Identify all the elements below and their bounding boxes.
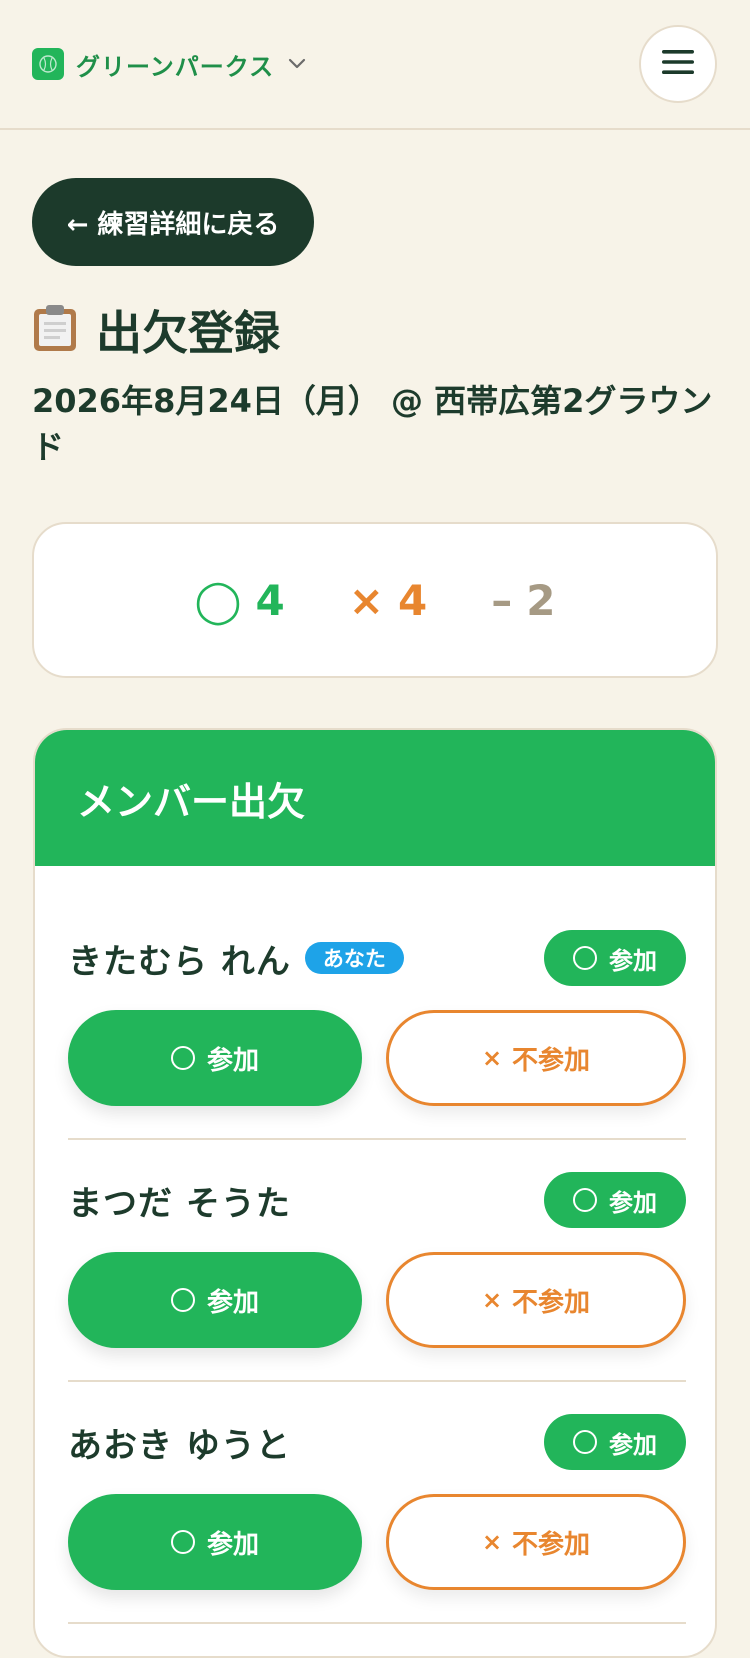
attend-button-label: 参加 xyxy=(206,1045,259,1076)
hamburger-menu-icon xyxy=(661,49,695,79)
attend-count: ◯ 4 xyxy=(195,576,285,625)
member-row: きたむら れん あなた 参加 参加 × 不参加 xyxy=(68,930,686,1172)
member-row: まつだ そうた 参加 参加 × 不参加 xyxy=(68,1172,686,1414)
absent-button-label: 不参加 xyxy=(512,1529,591,1560)
status-badge-label: 参加 xyxy=(609,1430,657,1459)
divider xyxy=(68,1380,686,1382)
baseball-icon xyxy=(32,48,64,80)
circle-icon xyxy=(573,1188,597,1212)
back-to-practice-detail-button[interactable]: ← 練習詳細に戻る xyxy=(32,178,314,266)
cross-icon: × xyxy=(481,1286,503,1314)
status-badge-label: 参加 xyxy=(609,946,657,975)
attendance-summary: ◯ 4 × 4 – 2 xyxy=(32,522,718,678)
absent-button-label: 不参加 xyxy=(512,1045,591,1076)
circle-icon xyxy=(170,1046,195,1070)
attend-button-label: 参加 xyxy=(206,1287,259,1318)
status-badge-label: 参加 xyxy=(609,1188,657,1217)
attend-button[interactable]: 参加 xyxy=(68,1010,362,1106)
attend-button[interactable]: 参加 xyxy=(68,1494,362,1590)
circle-icon xyxy=(170,1530,195,1554)
you-badge: あなた xyxy=(304,942,404,974)
member-name: あおき ゆうと xyxy=(68,1425,291,1466)
member-attendance-card: メンバー出欠 きたむら れん あなた 参加 参加 × 不参加 まつだ そうた 参… xyxy=(33,728,717,1658)
attend-count-value: 4 xyxy=(255,575,285,625)
undecided-dash-icon: – xyxy=(491,575,513,625)
absent-cross-icon: × xyxy=(348,575,384,625)
status-badge: 参加 xyxy=(544,1414,686,1470)
absent-count-value: 4 xyxy=(397,575,428,625)
status-badge: 参加 xyxy=(544,1172,686,1228)
attend-button[interactable]: 参加 xyxy=(68,1252,362,1348)
member-attendance-heading: メンバー出欠 xyxy=(35,730,715,866)
clipboard-icon xyxy=(32,303,78,357)
attend-button-label: 参加 xyxy=(206,1529,259,1560)
cross-icon: × xyxy=(481,1044,503,1072)
practice-date-location: 2026年8月24日（月） @ 西帯広第2グラウンド xyxy=(32,382,713,466)
menu-button[interactable] xyxy=(639,25,717,103)
member-name: まつだ そうた xyxy=(68,1183,291,1224)
cross-icon: × xyxy=(481,1528,503,1556)
page-title-text: 出欠登録 xyxy=(96,306,280,360)
circle-icon xyxy=(573,1430,597,1454)
app-header: グリーンパークス xyxy=(0,0,750,130)
circle-icon xyxy=(170,1288,195,1312)
absent-button-label: 不参加 xyxy=(512,1287,591,1318)
team-name: グリーンパークス xyxy=(76,52,275,81)
circle-icon xyxy=(573,946,597,970)
member-name: きたむら れん xyxy=(68,941,291,982)
absent-button[interactable]: × 不参加 xyxy=(386,1494,686,1590)
team-switcher[interactable]: グリーンパークス xyxy=(32,48,306,81)
absent-count: × 4 xyxy=(349,576,427,625)
divider xyxy=(68,1138,686,1140)
status-badge: 参加 xyxy=(544,930,686,986)
absent-button[interactable]: × 不参加 xyxy=(386,1252,686,1348)
undecided-count: – 2 xyxy=(491,576,555,625)
page-title: 出欠登録 xyxy=(32,298,280,362)
undecided-count-value: 2 xyxy=(526,575,556,625)
member-row: あおき ゆうと 参加 参加 × 不参加 xyxy=(68,1414,686,1656)
attend-circle-icon: ◯ xyxy=(194,575,242,625)
chevron-down-icon xyxy=(288,55,306,74)
absent-button[interactable]: × 不参加 xyxy=(386,1010,686,1106)
